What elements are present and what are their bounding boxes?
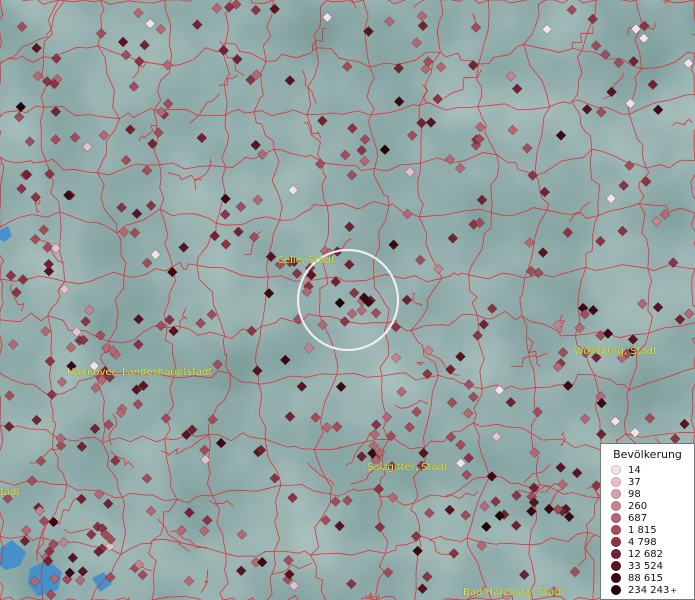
city-label-celle: Celle, Stadt	[277, 255, 335, 266]
legend-label: 12 682	[628, 548, 663, 560]
legend-label: 4 798	[628, 536, 657, 548]
legend-swatch-icon	[611, 501, 621, 511]
legend-label: 98	[628, 488, 641, 500]
city-label-wolfsburg: Wolfsburg, Stadt	[574, 346, 657, 357]
legend-item: 234 243 +	[601, 584, 694, 596]
legend-item: 260	[601, 500, 694, 512]
legend-plus-suffix: +	[670, 585, 678, 595]
city-label-bad-harzburg: Bad Harzburg, Stadt	[463, 587, 565, 598]
legend-item: 33 524	[601, 560, 694, 572]
legend-label: 37	[628, 476, 641, 488]
city-label-hannover: Hannover, Landeshauptstadt	[67, 367, 212, 378]
legend-title: Bevölkerung	[613, 448, 682, 461]
city-label-partial-west: tadt	[0, 487, 20, 498]
legend-swatch-icon	[611, 585, 621, 595]
legend-item: 687	[601, 512, 694, 524]
legend-item: 1 815	[601, 524, 694, 536]
legend-label: 687	[628, 512, 648, 524]
legend-item: 12 682	[601, 548, 694, 560]
legend-label: 234 243	[628, 584, 670, 596]
legend-swatch-icon	[611, 513, 621, 523]
legend-label: 260	[628, 500, 648, 512]
legend-item: 88 615	[601, 572, 694, 584]
terrain-texture	[0, 0, 695, 600]
legend-swatch-icon	[611, 561, 621, 571]
legend-label: 1 815	[628, 524, 657, 536]
legend-item: 14	[601, 464, 694, 476]
legend-item: 4 798	[601, 536, 694, 548]
legend-label: 14	[628, 464, 641, 476]
legend-swatch-icon	[611, 549, 621, 559]
legend-item: 37	[601, 476, 694, 488]
legend-swatch-icon	[611, 537, 621, 547]
legend-swatch-icon	[611, 477, 621, 487]
map-canvas[interactable]: Celle, Stadt Hannover, Landeshauptstadt …	[0, 0, 695, 600]
legend-swatch-icon	[611, 525, 621, 535]
legend-swatch-icon	[611, 489, 621, 499]
legend-swatch-icon	[611, 465, 621, 475]
legend-label: 33 524	[628, 560, 663, 572]
legend-item: 98	[601, 488, 694, 500]
population-legend: Bevölkerung 14 37 98 260 687 1 815 4 798…	[600, 443, 695, 600]
legend-label: 88 615	[628, 572, 663, 584]
legend-swatch-icon	[611, 573, 621, 583]
city-label-salzgitter: Salzgitter, Stadt	[367, 462, 448, 473]
